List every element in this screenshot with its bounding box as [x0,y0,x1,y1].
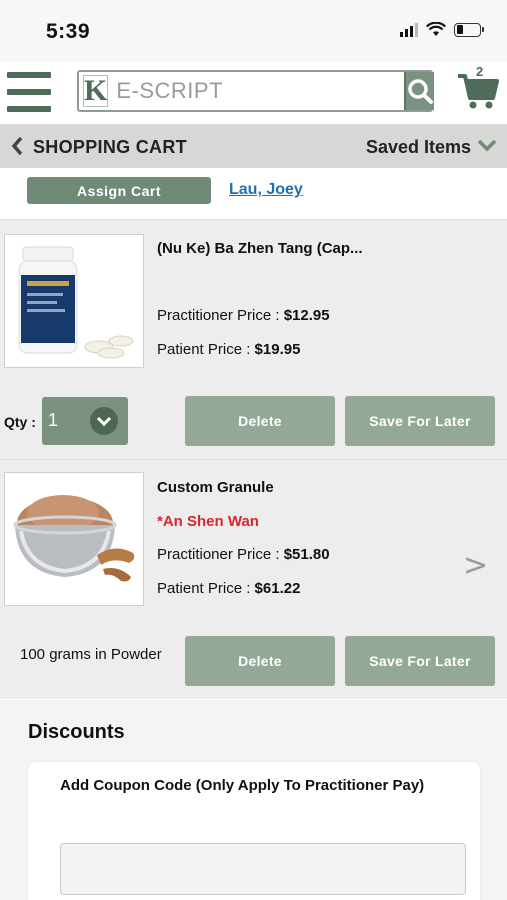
delete-button[interactable]: Delete [185,636,335,686]
product-image[interactable] [4,472,144,606]
form-description: 100 grams in Powder [20,646,162,663]
save-for-later-button[interactable]: Save For Later [345,636,495,686]
status-bar: 5:39 [0,0,507,62]
status-icons [400,22,484,37]
cart-count-badge: 2 [476,64,484,79]
practitioner-price: Practitioner Price : $51.80 [157,546,330,563]
discounts-title: Discounts [28,721,125,743]
search-button[interactable] [404,72,435,110]
practitioner-price: Practitioner Price : $12.95 [157,307,330,324]
patient-price: Patient Price : $19.95 [157,341,300,358]
discounts-section: Discounts Add Coupon Code (Only Apply To… [0,700,507,900]
coupon-card: Add Coupon Code (Only Apply To Practitio… [28,762,480,900]
search-icon [408,79,434,104]
formula-name: *An Shen Wan [157,513,259,530]
delete-button[interactable]: Delete [185,396,335,446]
wifi-icon [426,22,446,36]
qty-label: Qty : [4,414,36,430]
status-time: 5:39 [46,20,91,43]
cart-header: SHOPPING CART Saved Items [0,124,507,168]
patient-price-value: $19.95 [254,341,301,358]
patient-price: Patient Price : $61.22 [157,580,300,597]
herbal-powder-bowl-image [5,473,143,605]
page-title: SHOPPING CART [33,137,187,157]
chevron-down-icon[interactable] [477,138,497,152]
patient-price-label: Patient Price : [157,341,255,358]
practitioner-price-value: $12.95 [283,307,330,324]
save-for-later-button[interactable]: Save For Later [345,396,495,446]
signal-icon [400,22,418,37]
practitioner-price-label: Practitioner Price : [157,546,284,563]
item-name[interactable]: (Nu Ke) Ba Zhen Tang (Cap... [157,240,363,257]
coupon-label: Add Coupon Code (Only Apply To Practitio… [60,777,425,794]
item-name[interactable]: Custom Granule [157,479,274,496]
supplement-bottle-image [5,235,143,367]
practitioner-price-label: Practitioner Price : [157,307,284,324]
battery-icon [454,22,484,37]
back-chevron-icon[interactable] [10,135,24,157]
logo: K [83,74,109,107]
qty-value: 1 [48,410,59,430]
search-bar: K [77,70,435,112]
search-input[interactable] [108,72,405,110]
qty-select[interactable]: 1 [42,397,128,445]
assign-cart-button[interactable]: Assign Cart [27,177,211,204]
patient-price-value: $61.22 [254,580,301,597]
cart-item: Custom Granule *An Shen Wan Practitioner… [0,459,507,699]
cart-item: (Nu Ke) Ba Zhen Tang (Cap... Practitione… [0,219,507,459]
saved-items-toggle[interactable]: Saved Items [366,137,471,158]
coupon-code-input[interactable] [60,843,466,895]
chevron-down-icon [90,407,118,435]
menu-icon[interactable] [7,72,51,112]
patient-link[interactable]: Lau, Joey [229,181,303,199]
product-image[interactable] [4,234,144,368]
detail-arrow-icon[interactable]: > [463,548,488,583]
top-nav: K 2 [0,62,507,124]
assign-row: Assign Cart Lau, Joey [0,168,507,214]
practitioner-price-value: $51.80 [283,546,330,563]
patient-price-label: Patient Price : [157,580,255,597]
